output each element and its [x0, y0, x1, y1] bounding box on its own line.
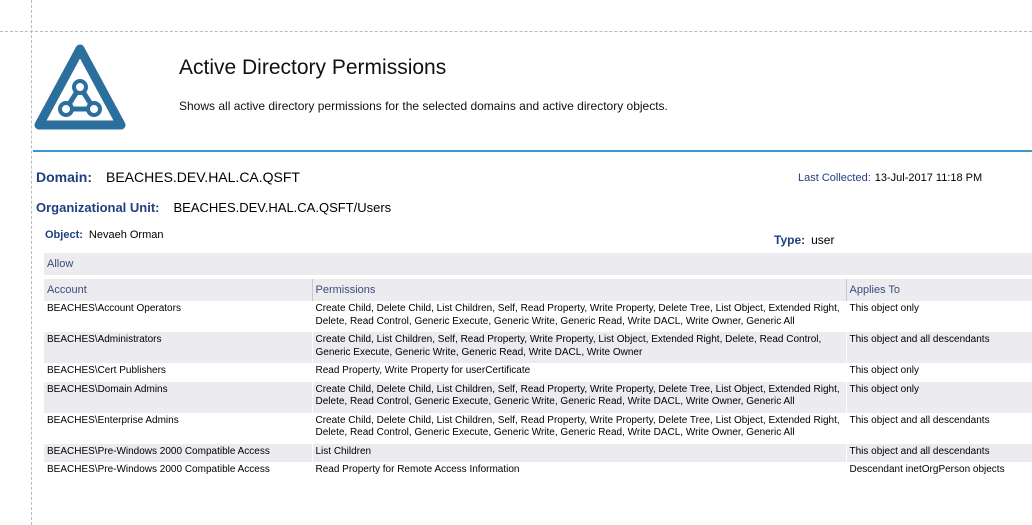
table-row[interactable]: BEACHES\Pre-Windows 2000 Compatible Acce…	[44, 462, 1032, 481]
permissions-cell: Create Child, Delete Child, List Childre…	[312, 412, 847, 444]
account-cell: BEACHES\Domain Admins	[44, 381, 313, 413]
applies-to-cell: This object and all descendants	[846, 412, 1032, 444]
permissions-cell: List Children	[312, 443, 847, 462]
page-subtitle: Shows all active directory permissions f…	[179, 99, 668, 113]
column-header-permissions[interactable]: Permissions	[312, 279, 847, 301]
permissions-cell: Create Child, Delete Child, List Childre…	[312, 301, 847, 332]
applies-to-cell: This object only	[846, 381, 1032, 413]
object-value: Nevaeh Orman	[88, 229, 164, 241]
page-title: Active Directory Permissions	[179, 56, 447, 79]
table-row[interactable]: BEACHES\Cert Publishers Read Property, W…	[44, 363, 1032, 382]
column-header-account[interactable]: Account	[44, 279, 313, 301]
column-header-applies-to[interactable]: Applies To	[846, 279, 1032, 301]
applies-to-cell: This object only	[846, 301, 1032, 332]
triangle-logo-icon	[34, 44, 126, 130]
table-row[interactable]: BEACHES\Domain Admins Create Child, Dele…	[44, 381, 1032, 413]
permissions-table: Account Permissions Applies To BEACHES\A…	[44, 279, 1032, 481]
table-header-row: Account Permissions Applies To	[44, 279, 1032, 301]
table-row[interactable]: BEACHES\Enterprise Admins Create Child, …	[44, 412, 1032, 444]
permissions-cell: Create Child, Delete Child, List Childre…	[312, 381, 847, 413]
domain-value: BEACHES.DEV.HAL.CA.QSFT	[106, 169, 300, 185]
object-field: Object: Nevaeh Orman	[45, 229, 164, 241]
account-cell: BEACHES\Enterprise Admins	[44, 412, 313, 444]
object-label: Object:	[45, 229, 83, 241]
domain-label: Domain:	[36, 169, 92, 185]
account-cell: BEACHES\Cert Publishers	[44, 363, 313, 382]
applies-to-cell: This object only	[846, 363, 1032, 382]
account-cell: BEACHES\Pre-Windows 2000 Compatible Acce…	[44, 462, 313, 481]
last-collected-value: 13-Jul-2017 11:18 PM	[874, 172, 983, 184]
last-collected-field: Last Collected: 13-Jul-2017 11:18 PM	[798, 172, 982, 184]
table-row[interactable]: BEACHES\Account Operators Create Child, …	[44, 301, 1032, 332]
allow-group-header[interactable]: Allow	[44, 253, 1032, 275]
applies-to-cell: This object and all descendants	[846, 332, 1032, 363]
type-label: Type:	[774, 233, 806, 247]
account-cell: BEACHES\Pre-Windows 2000 Compatible Acce…	[44, 443, 313, 462]
permissions-cell: Create Child, List Children, Self, Read …	[312, 332, 847, 363]
page-left-guide	[31, 0, 32, 525]
permissions-cell: Read Property, Write Property for userCe…	[312, 363, 847, 382]
page-top-guide	[0, 31, 1032, 32]
header-divider	[33, 150, 1032, 152]
ou-value: BEACHES.DEV.HAL.CA.QSFT/Users	[173, 200, 392, 215]
type-field: Type: user	[774, 233, 834, 247]
last-collected-label: Last Collected:	[798, 172, 871, 184]
type-value: user	[811, 233, 835, 247]
ou-field: Organizational Unit: BEACHES.DEV.HAL.CA.Q…	[36, 200, 391, 215]
account-cell: BEACHES\Account Operators	[44, 301, 313, 332]
applies-to-cell: This object and all descendants	[846, 443, 1032, 462]
account-cell: BEACHES\Administrators	[44, 332, 313, 363]
table-row[interactable]: BEACHES\Administrators Create Child, Lis…	[44, 332, 1032, 363]
permissions-cell: Read Property for Remote Access Informat…	[312, 462, 847, 481]
table-row[interactable]: BEACHES\Pre-Windows 2000 Compatible Acce…	[44, 443, 1032, 462]
applies-to-cell: Descendant inetOrgPerson objects	[846, 462, 1032, 481]
domain-field: Domain: BEACHES.DEV.HAL.CA.QSFT	[36, 169, 300, 185]
ou-label: Organizational Unit:	[36, 200, 160, 215]
